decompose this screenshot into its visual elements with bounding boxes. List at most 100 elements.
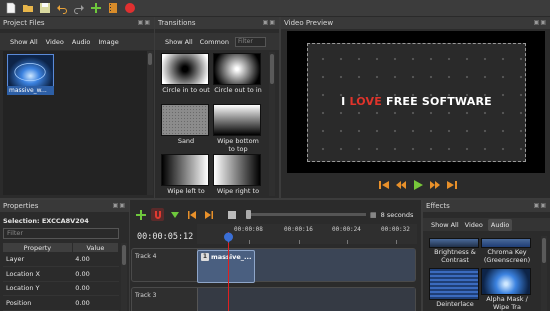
transitions-filter-input[interactable]: Filter bbox=[234, 36, 266, 47]
table-row[interactable]: Location Y 0.00 bbox=[3, 281, 119, 296]
jump-start-icon[interactable] bbox=[378, 180, 390, 190]
zoom-slider[interactable] bbox=[246, 210, 366, 219]
effect-item[interactable]: Brightness & Contrast bbox=[429, 238, 481, 264]
effects-scrollbar[interactable] bbox=[541, 236, 547, 311]
table-row[interactable]: Layer 4.00 bbox=[3, 252, 119, 267]
effect-thumbnail bbox=[429, 268, 479, 300]
timeline-clip[interactable]: 1 massive_... bbox=[197, 250, 255, 283]
rewind-icon[interactable] bbox=[395, 180, 407, 190]
redo-icon[interactable] bbox=[72, 2, 85, 15]
transition-label: Circle out to in bbox=[214, 86, 262, 94]
transition-item[interactable]: Wipe right to bbox=[213, 154, 263, 195]
panel-controls-icon[interactable]: ▣▣ bbox=[534, 200, 550, 212]
track-label: Track 3 bbox=[135, 292, 157, 299]
selection-label: Selection: EXCCA8V204 bbox=[3, 217, 89, 225]
property-name: Layer bbox=[3, 252, 73, 267]
transition-label: Wipe bottom to top bbox=[217, 137, 259, 153]
transition-thumbnail bbox=[213, 104, 261, 136]
panel-controls-icon[interactable]: ▣▣ bbox=[138, 17, 154, 29]
jump-end-icon[interactable] bbox=[446, 180, 458, 190]
project-files-panel: Project Files ▣▣ Show All Video Audio Im… bbox=[0, 17, 154, 198]
property-value[interactable]: 0.00 bbox=[72, 295, 119, 311]
undo-icon[interactable] bbox=[55, 2, 68, 15]
transition-item[interactable]: Sand bbox=[161, 104, 211, 145]
property-name: Position bbox=[3, 295, 73, 311]
playhead-handle-icon[interactable] bbox=[223, 232, 234, 243]
table-row[interactable]: Position 0.00 bbox=[3, 295, 119, 311]
filter-show-all[interactable]: Show All bbox=[164, 36, 194, 48]
property-value[interactable]: 0.00 bbox=[72, 266, 119, 282]
effect-item[interactable]: Deinterlace bbox=[429, 268, 481, 308]
table-row[interactable]: Location X 0.00 bbox=[3, 266, 119, 282]
properties-table: Property Value Layer 4.00 Location X 0.00 … bbox=[3, 243, 120, 311]
track-area[interactable] bbox=[197, 288, 415, 311]
filter-video[interactable]: Video bbox=[464, 219, 484, 231]
effects-header: Effects ▣▣ bbox=[423, 200, 550, 212]
panel-controls-icon[interactable]: ▣▣ bbox=[534, 17, 550, 29]
transition-thumbnail bbox=[161, 104, 209, 136]
transition-thumbnail bbox=[213, 154, 261, 186]
export-film-icon[interactable] bbox=[106, 2, 119, 15]
panel-controls-icon[interactable]: ▣▣ bbox=[263, 17, 279, 29]
transitions-scrollbar[interactable] bbox=[269, 52, 275, 196]
transition-item[interactable]: Circle in to out bbox=[161, 53, 211, 94]
track-row[interactable]: Track 4 bbox=[131, 248, 416, 282]
column-header-value[interactable]: Value bbox=[72, 243, 120, 252]
property-value[interactable]: 4.00 bbox=[72, 252, 119, 267]
file-label[interactable]: massive_w... bbox=[7, 86, 54, 95]
tick-label: 00:00:24 bbox=[332, 226, 361, 233]
new-project-icon[interactable] bbox=[4, 2, 17, 15]
play-icon[interactable] bbox=[412, 180, 424, 190]
effect-item[interactable]: Alpha Mask / Wipe Tra bbox=[481, 268, 533, 311]
transition-item[interactable]: Circle out to in bbox=[213, 53, 263, 94]
filter-audio[interactable]: Audio bbox=[487, 218, 513, 231]
main-toolbar bbox=[0, 0, 550, 17]
properties-filter-input[interactable]: Filter bbox=[3, 228, 119, 239]
snapping-icon[interactable] bbox=[151, 208, 164, 221]
previous-marker-icon[interactable] bbox=[185, 208, 198, 221]
filter-show-all[interactable]: Show All bbox=[9, 36, 39, 48]
property-name: Location X bbox=[3, 266, 73, 282]
filter-common[interactable]: Common bbox=[199, 36, 230, 48]
record-icon[interactable] bbox=[123, 2, 136, 15]
transitions-filterbar: Show All Common Filter bbox=[155, 33, 279, 50]
next-marker-icon[interactable] bbox=[202, 208, 215, 221]
center-playhead-icon[interactable] bbox=[225, 208, 238, 221]
tick-label: 00:00:08 bbox=[234, 226, 263, 233]
add-marker-icon[interactable] bbox=[168, 208, 181, 221]
filter-audio[interactable]: Audio bbox=[71, 36, 91, 48]
transport-controls bbox=[378, 180, 458, 190]
properties-scrollbar[interactable] bbox=[121, 243, 127, 311]
panel-title: Project Files bbox=[3, 19, 45, 27]
project-files-filterbar: Show All Video Audio Image bbox=[0, 33, 154, 50]
zoom-slider-handle[interactable] bbox=[246, 210, 251, 219]
effect-label: Chroma Key (Greenscreen) bbox=[483, 248, 531, 264]
add-track-icon[interactable] bbox=[89, 2, 102, 15]
transition-item[interactable]: Wipe bottom to top bbox=[213, 104, 263, 153]
panel-controls-icon[interactable]: ▣▣ bbox=[113, 200, 129, 212]
property-value[interactable]: 0.00 bbox=[72, 281, 119, 296]
project-files-scrollbar[interactable] bbox=[147, 51, 153, 195]
save-project-icon[interactable] bbox=[38, 2, 51, 15]
transition-label: Wipe left to bbox=[167, 187, 205, 195]
filter-image[interactable]: Image bbox=[97, 36, 119, 48]
clip-label: massive_... bbox=[211, 253, 252, 261]
open-project-icon[interactable] bbox=[21, 2, 34, 15]
effect-item[interactable]: Chroma Key (Greenscreen) bbox=[481, 238, 533, 264]
transition-item[interactable]: Wipe left to bbox=[161, 154, 211, 195]
filter-video[interactable]: Video bbox=[45, 36, 65, 48]
timeline-toolbar: ▦ 8 seconds bbox=[131, 207, 421, 222]
tick-label: 00:00:32 bbox=[381, 226, 410, 233]
clip-badge: 1 bbox=[201, 253, 209, 261]
add-track-icon[interactable] bbox=[134, 208, 147, 221]
playhead-line[interactable] bbox=[228, 232, 229, 311]
transition-label: Wipe right to bbox=[216, 187, 260, 195]
transitions-header: Transitions ▣▣ bbox=[155, 17, 279, 29]
filter-show-all[interactable]: Show All bbox=[430, 219, 460, 231]
tick-label: 00:00:16 bbox=[284, 226, 313, 233]
track-row[interactable]: Track 3 bbox=[131, 287, 416, 311]
effect-label: Brightness & Contrast bbox=[434, 248, 476, 264]
fast-forward-icon[interactable] bbox=[429, 180, 441, 190]
transition-label: Sand bbox=[177, 137, 195, 145]
column-header-property[interactable]: Property bbox=[3, 243, 73, 252]
